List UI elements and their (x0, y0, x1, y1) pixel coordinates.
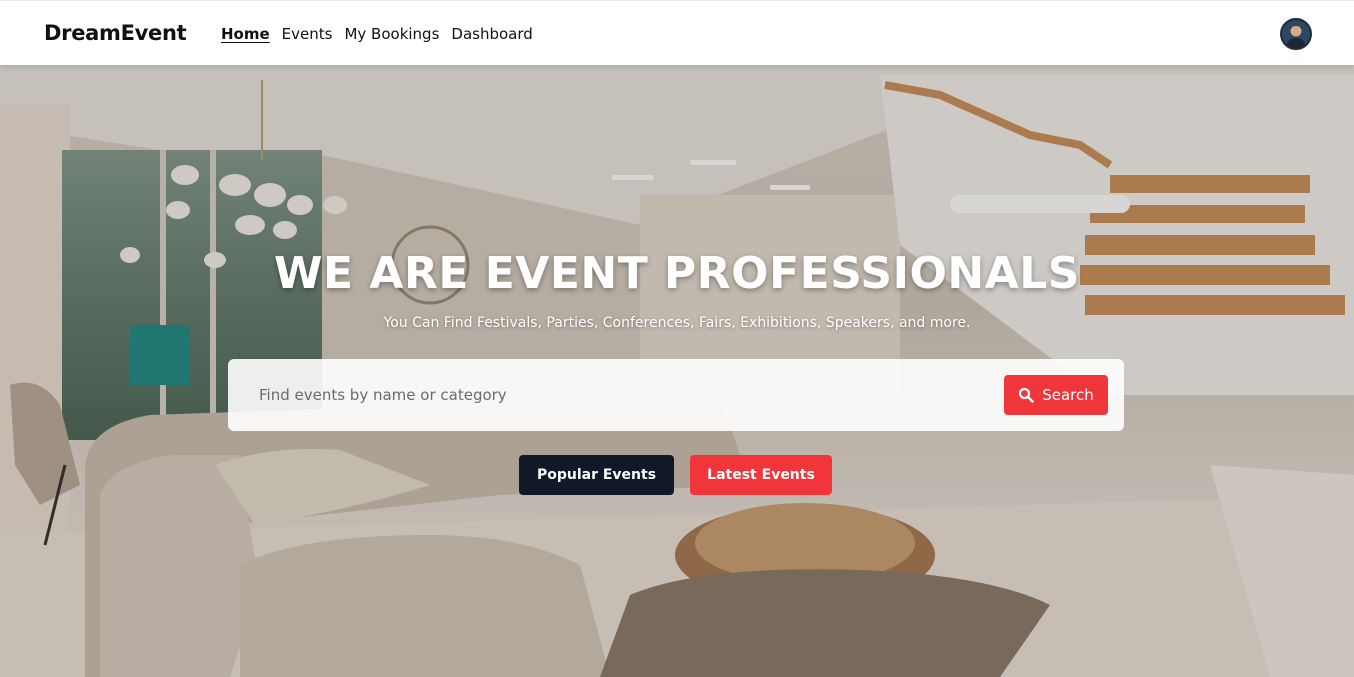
brand-logo[interactable]: DreamEvent (44, 21, 187, 45)
hero-title: WE ARE EVENT PROFESSIONALS (274, 248, 1080, 299)
search-icon (1019, 387, 1034, 403)
popular-events-button[interactable]: Popular Events (519, 455, 674, 495)
nav-link-my-bookings[interactable]: My Bookings (344, 25, 439, 43)
search-button[interactable]: Search (1004, 375, 1108, 415)
hero-section: WE ARE EVENT PROFESSIONALS You Can Find … (0, 65, 1354, 677)
nav-link-events[interactable]: Events (282, 25, 333, 43)
latest-events-button[interactable]: Latest Events (690, 455, 832, 495)
top-navbar: DreamEvent Home Events My Bookings Dashb… (0, 0, 1354, 65)
nav-link-home[interactable]: Home (221, 25, 270, 43)
hero-subtitle: You Can Find Festivals, Parties, Confere… (383, 315, 971, 331)
user-avatar[interactable] (1280, 18, 1312, 50)
search-button-label: Search (1042, 386, 1094, 404)
user-avatar-image (1282, 20, 1310, 48)
nav-link-dashboard[interactable]: Dashboard (451, 25, 532, 43)
search-input[interactable] (248, 375, 988, 415)
nav-links: Home Events My Bookings Dashboard (221, 25, 533, 43)
search-box: Search (228, 359, 1124, 431)
